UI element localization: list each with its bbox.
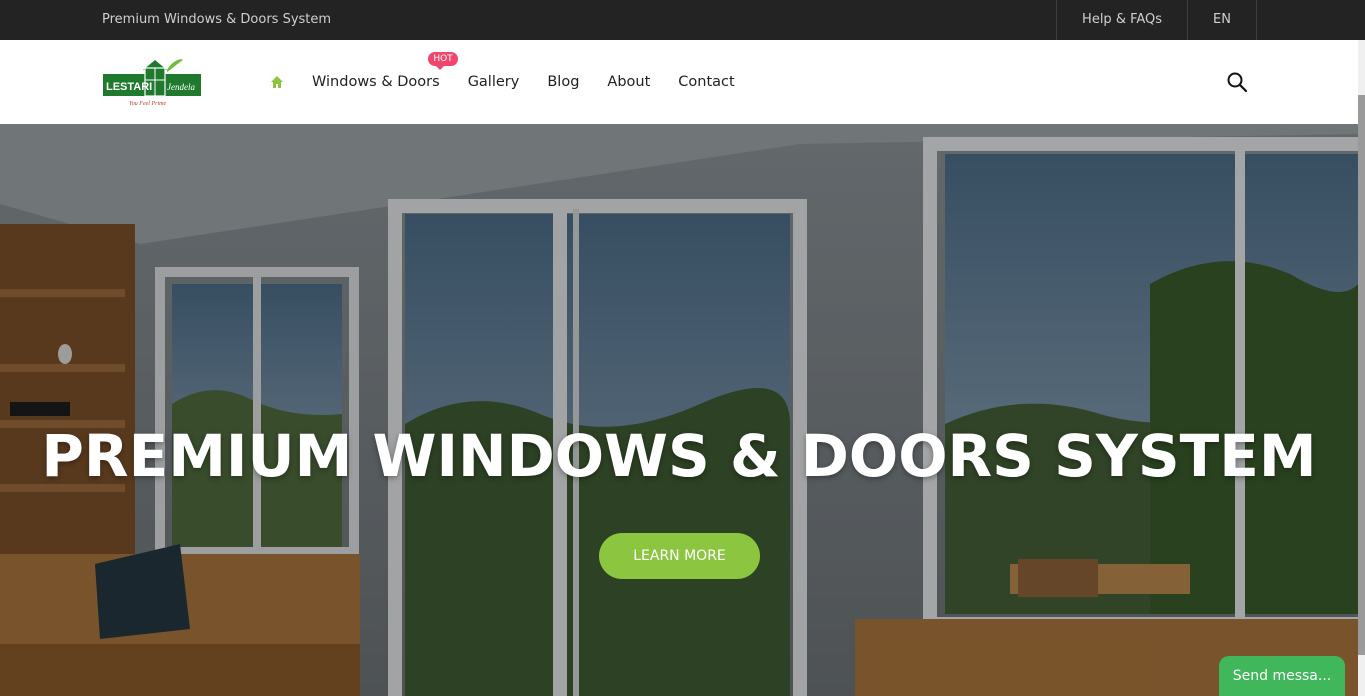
send-message-button[interactable]: Send messa... xyxy=(1219,656,1345,696)
search-icon[interactable] xyxy=(1226,71,1248,93)
logo-brand: LESTARI xyxy=(106,81,152,93)
page-scrollbar-thumb[interactable] xyxy=(1358,95,1365,655)
top-bar: Premium Windows & Doors System Help & FA… xyxy=(0,0,1365,40)
home-icon[interactable] xyxy=(270,75,284,89)
nav-contact[interactable]: Contact xyxy=(678,74,734,90)
top-bar-right: Help & FAQs EN xyxy=(1056,0,1257,40)
nav-about[interactable]: About xyxy=(607,74,650,90)
site-logo[interactable]: LESTARI Jendela You Feel Prime xyxy=(103,58,201,108)
logo-sub: Jendela xyxy=(167,82,195,92)
top-tagline: Premium Windows & Doors System xyxy=(102,12,332,27)
help-faqs-link[interactable]: Help & FAQs xyxy=(1056,0,1187,40)
main-header: LESTARI Jendela You Feel Prime Windows &… xyxy=(0,40,1358,124)
nav-windows-doors[interactable]: Windows & Doors HOT xyxy=(312,52,458,90)
nav-blog[interactable]: Blog xyxy=(547,74,579,90)
nav-gallery[interactable]: Gallery xyxy=(468,74,520,90)
logo-slogan: You Feel Prime xyxy=(129,101,166,107)
hot-badge: HOT xyxy=(428,52,458,70)
main-nav: Windows & Doors HOT Gallery Blog About C… xyxy=(270,40,763,124)
learn-more-button[interactable]: LEARN MORE xyxy=(599,533,760,579)
nav-windows-doors-label: Windows & Doors xyxy=(312,74,440,90)
hero-title: PREMIUM WINDOWS & DOORS SYSTEM xyxy=(41,422,1317,490)
hero-banner: PREMIUM WINDOWS & DOORS SYSTEM LEARN MOR… xyxy=(0,124,1358,696)
hero-background-image xyxy=(0,124,1358,696)
language-selector[interactable]: EN xyxy=(1187,0,1257,40)
